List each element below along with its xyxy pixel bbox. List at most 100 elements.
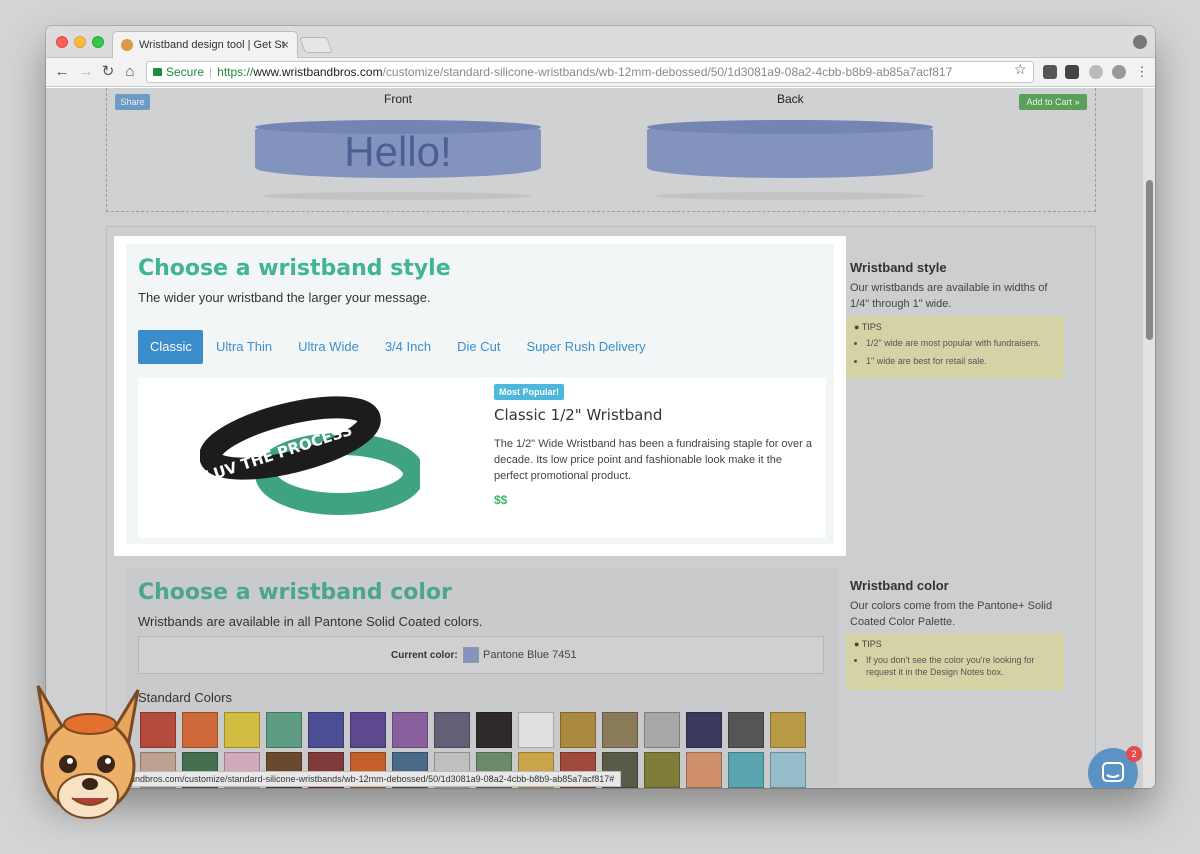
color-section-lead: Wristbands are available in all Pantone … — [138, 614, 483, 629]
wristband-product-image: SMILE LUV THE PROCESS — [200, 396, 420, 515]
address-bar[interactable]: Secure | https://www.wristbandbros.com/cus… — [146, 61, 1034, 83]
back-band — [647, 120, 933, 178]
forward-arrow-icon[interactable]: → — [76, 62, 96, 82]
image-text-smile: SMILE — [306, 471, 374, 495]
share-button[interactable]: Share — [115, 94, 150, 110]
product-title: Classic 1/2" Wristband — [494, 406, 663, 424]
current-color-box: Current color: Pantone Blue 7451 — [138, 636, 824, 674]
most-popular-badge: Most Popular! — [494, 384, 564, 400]
color-swatch[interactable] — [686, 752, 722, 788]
wristband-preview: Share Add to Cart » Front Back Hello! — [106, 88, 1096, 212]
tab-ultra-wide[interactable]: Ultra Wide — [285, 330, 372, 364]
product-price: $$ — [494, 493, 508, 507]
color-swatch[interactable] — [392, 712, 428, 748]
color-swatch[interactable] — [644, 752, 680, 788]
tab-super-rush-delivery[interactable]: Super Rush Delivery — [513, 330, 658, 364]
shield-extension-icon[interactable] — [1112, 65, 1126, 79]
style-tips-title: TIPS — [861, 322, 882, 332]
color-swatch[interactable] — [644, 712, 680, 748]
style-tip-item: 1" wide are best for retail sale. — [866, 355, 1056, 367]
color-section: Choose a wristband color Wristbands are … — [126, 568, 838, 788]
color-swatch[interactable] — [434, 712, 470, 748]
color-swatch[interactable] — [686, 712, 722, 748]
browser-toolbar: ← → ↻ ⌂ Secure | https://www.wristbandbros… — [46, 58, 1155, 87]
product-card[interactable]: SMILE LUV THE PROCESS Most Popular! Clas… — [138, 378, 826, 538]
style-tabs: Classic Ultra Thin Ultra Wide 3/4 Inch D… — [138, 330, 659, 364]
style-tips: ● TIPS 1/2" wide are most popular with f… — [846, 316, 1064, 379]
tab-title: Wristband design tool | Get St — [139, 39, 285, 51]
color-tips-title: TIPS — [861, 639, 882, 649]
front-band: Hello! — [255, 120, 541, 178]
back-band-shadow — [655, 192, 925, 200]
color-swatch[interactable] — [224, 712, 260, 748]
color-swatch[interactable] — [308, 712, 344, 748]
color-sidebar-text: Our colors come from the Pantone+ Solid … — [850, 600, 1053, 628]
back-label: Back — [777, 92, 804, 106]
browser-tab[interactable]: Wristband design tool | Get St × — [112, 31, 298, 58]
scrollbar-thumb[interactable] — [1146, 180, 1153, 340]
add-to-cart-button[interactable]: Add to Cart » — [1019, 94, 1087, 110]
cloud-extension-icon[interactable] — [1089, 65, 1103, 79]
style-sidebar: Wristband style Our wristbands are avail… — [850, 260, 1068, 312]
m-extension-icon[interactable] — [1065, 65, 1079, 79]
tab-strip: Wristband design tool | Get St × — [46, 26, 1155, 58]
tab-die-cut[interactable]: Die Cut — [444, 330, 513, 364]
url-scheme: https:// — [217, 65, 254, 79]
url-host: www.wristbandbros.com — [253, 65, 383, 79]
front-band-text: Hello! — [344, 128, 452, 175]
chat-unread-badge: 2 — [1126, 746, 1142, 762]
pocket-extension-icon[interactable] — [1043, 65, 1057, 79]
style-section-lead: The wider your wristband the larger your… — [138, 290, 431, 305]
lightbulb-icon: ● — [854, 639, 860, 649]
scrollbar[interactable] — [1143, 88, 1155, 788]
favicon-icon — [121, 39, 133, 51]
color-swatch[interactable] — [770, 712, 806, 748]
tab-classic[interactable]: Classic — [138, 330, 203, 364]
color-tips: ● TIPS If you don't see the color you're… — [846, 633, 1064, 690]
tab-ultra-thin[interactable]: Ultra Thin — [203, 330, 285, 364]
profile-icon[interactable] — [1133, 35, 1147, 49]
current-color-name: Pantone Blue 7451 — [483, 649, 577, 661]
current-color-label: Current color: — [391, 650, 458, 661]
color-tip-item: If you don't see the color you're lookin… — [866, 654, 1056, 678]
reload-icon[interactable]: ↻ — [98, 62, 118, 82]
style-sidebar-text: Our wristbands are available in widths o… — [850, 282, 1048, 310]
url-path: /customize/standard-silicone-wristbands/… — [382, 65, 953, 79]
color-swatch[interactable] — [602, 712, 638, 748]
new-tab-button[interactable] — [299, 37, 333, 53]
back-arrow-icon[interactable]: ← — [52, 62, 72, 82]
chihuahua-mascot-icon — [36, 685, 140, 819]
color-swatch[interactable] — [476, 712, 512, 748]
product-description: The 1/2" Wide Wristband has been a fundr… — [494, 438, 812, 482]
lock-icon — [153, 68, 162, 76]
menu-kebab-icon[interactable]: ⋮ — [1132, 62, 1152, 82]
page-viewport: Share Add to Cart » Front Back Hello! Ch… — [46, 88, 1155, 788]
bookmark-star-icon[interactable]: ☆ — [1014, 61, 1027, 78]
color-swatch[interactable] — [518, 712, 554, 748]
color-sidebar: Wristband color Our colors come from the… — [850, 578, 1068, 630]
color-swatch[interactable] — [728, 712, 764, 748]
style-section: Choose a wristband style The wider your … — [114, 236, 846, 556]
color-swatch[interactable] — [560, 712, 596, 748]
front-label: Front — [384, 92, 413, 106]
color-swatch[interactable] — [728, 752, 764, 788]
standard-colors-label: Standard Colors — [138, 690, 232, 705]
tab-3-4-inch[interactable]: 3/4 Inch — [372, 330, 444, 364]
tab-close-icon[interactable]: × — [281, 37, 289, 52]
close-window-button[interactable] — [56, 36, 68, 48]
style-sidebar-title: Wristband style — [850, 260, 947, 275]
minimize-window-button[interactable] — [74, 36, 86, 48]
style-tip-item: 1/2" wide are most popular with fundrais… — [866, 337, 1056, 349]
secure-label: Secure — [166, 65, 205, 79]
color-swatch[interactable] — [350, 712, 386, 748]
style-section-title: Choose a wristband style — [138, 256, 451, 281]
color-section-title: Choose a wristband color — [138, 580, 452, 605]
color-swatch[interactable] — [266, 712, 302, 748]
color-swatch[interactable] — [770, 752, 806, 788]
lightbulb-icon: ● — [854, 322, 860, 332]
front-band-shadow — [262, 192, 532, 200]
browser-window: Wristband design tool | Get St × ← → ↻ ⌂… — [46, 26, 1155, 788]
home-icon[interactable]: ⌂ — [120, 62, 140, 82]
zoom-window-button[interactable] — [92, 36, 104, 48]
color-swatch[interactable] — [182, 712, 218, 748]
